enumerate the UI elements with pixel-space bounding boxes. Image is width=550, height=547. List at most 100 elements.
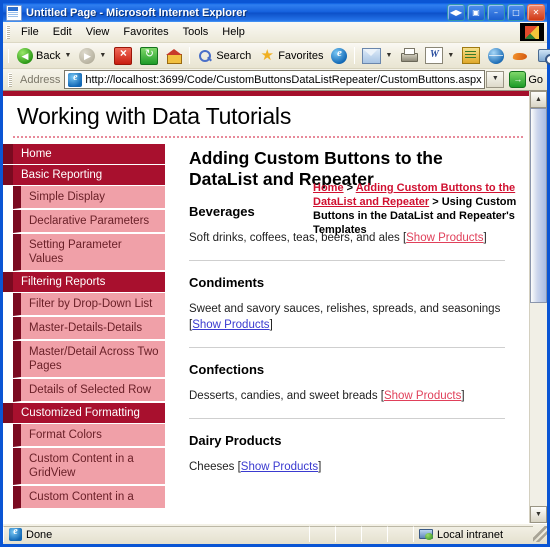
category-description: Desserts, candies, and sweet breads [Sho…	[189, 390, 465, 402]
forward-button[interactable]: ▶ ▼	[75, 47, 110, 65]
back-button[interactable]: ◀ Back ▼	[13, 47, 75, 65]
close-button[interactable]: ✕	[527, 4, 545, 21]
sidebar-item-custom-content-in-a-datalist[interactable]: Custom Content in a	[13, 486, 165, 509]
address-bar: Address http://localhost:3699/Code/Custo…	[3, 69, 547, 91]
category-separator	[189, 260, 505, 261]
category-heading: Confections	[189, 362, 265, 377]
sidebar-item-filter-by-drop-down-list[interactable]: Filter by Drop-Down List	[13, 293, 165, 316]
sidebar-item-custom-content-in-a-gridview[interactable]: Custom Content in a GridView	[13, 448, 165, 485]
home-button[interactable]	[162, 47, 186, 65]
group-button[interactable]: ▣	[467, 4, 485, 21]
category-description-text: Desserts, candies, and sweet breads	[189, 390, 378, 402]
restore-group-glyph: ◀▶	[449, 8, 463, 17]
edit-dropdown-icon[interactable]: ▼	[447, 52, 454, 59]
sidebar-item-simple-display[interactable]: Simple Display	[13, 186, 165, 209]
web-page: Working with Data Tutorials Home > Addin…	[3, 91, 529, 523]
category-description: Cheeses [Show Products]	[189, 461, 322, 473]
maximize-button[interactable]: □	[507, 4, 525, 21]
sidebar-item-master-detail-across-two-pages[interactable]: Master/Detail Across Two Pages	[13, 341, 165, 378]
back-arrow-icon: ◀	[17, 47, 33, 64]
security-zone-icon	[419, 528, 433, 541]
sidebar-item-basic-reporting[interactable]: Basic Reporting	[3, 165, 165, 185]
refresh-icon	[140, 46, 159, 65]
status-zone-pane[interactable]: Local intranet	[413, 526, 533, 542]
mail-dropdown-icon[interactable]: ▼	[385, 52, 392, 59]
breadcrumb-separator-2: >	[429, 196, 442, 208]
category-block-condiments: Condiments Sweet and savory sauces, reli…	[189, 275, 505, 333]
breadcrumb-home-link[interactable]: Home	[313, 182, 344, 194]
menu-file[interactable]: File	[14, 24, 46, 40]
sidebar-item-master-details-details[interactable]: Master-Details-Details	[13, 317, 165, 340]
address-label: Address	[20, 73, 61, 86]
category-heading: Dairy Products	[189, 433, 282, 448]
menu-help[interactable]: Help	[215, 24, 252, 40]
minimize-button[interactable]: –	[487, 4, 505, 21]
ie-document-icon	[6, 4, 22, 21]
mail-button[interactable]: ▼	[358, 47, 396, 65]
address-url-text: http://localhost:3699/Code/CustomButtons…	[85, 73, 482, 86]
address-input[interactable]: http://localhost:3699/Code/CustomButtons…	[64, 70, 486, 89]
vertical-scrollbar[interactable]: ▲ ▼	[529, 91, 547, 523]
address-dropdown-button[interactable]: ▼	[486, 71, 505, 88]
page-viewport: Working with Data Tutorials Home > Addin…	[3, 91, 547, 523]
status-pane-4	[387, 526, 413, 542]
forward-dropdown-icon[interactable]: ▼	[99, 52, 106, 59]
globe-icon	[488, 47, 505, 64]
breadcrumb: Home > Adding Custom Buttons to the Data…	[313, 181, 529, 237]
scroll-track[interactable]	[530, 108, 547, 506]
refresh-button[interactable]	[136, 46, 162, 66]
star-icon: ★	[260, 46, 274, 64]
edit-word-button[interactable]: W ▼	[421, 46, 458, 65]
menu-edit[interactable]: Edit	[46, 24, 79, 40]
scroll-down-button[interactable]: ▼	[530, 506, 547, 523]
go-label: Go	[528, 73, 543, 86]
category-description-text: Sweet and savory sauces, relishes, sprea…	[189, 303, 501, 315]
status-bar: Done Local intranet	[3, 523, 547, 544]
printer-icon	[400, 48, 419, 63]
scroll-thumb[interactable]	[530, 108, 547, 304]
sidebar-item-details-of-selected-row[interactable]: Details of Selected Row	[13, 379, 165, 402]
scroll-up-button[interactable]: ▲	[530, 91, 547, 108]
messenger-button[interactable]	[484, 47, 508, 65]
back-dropdown-icon[interactable]: ▼	[64, 52, 71, 59]
window-controls: ◀▶ ▣ – □ ✕	[447, 4, 545, 21]
stop-button[interactable]	[110, 46, 136, 66]
menu-view[interactable]: View	[79, 24, 117, 40]
show-products-link[interactable]: Show Products	[384, 390, 461, 402]
go-button[interactable]: → Go	[505, 71, 547, 88]
forward-arrow-icon: ▶	[79, 47, 96, 64]
go-arrow-icon: →	[509, 71, 527, 88]
toolbar-separator-2	[354, 47, 356, 64]
sidebar-item-filtering-reports[interactable]: Filtering Reports	[3, 272, 165, 292]
discuss-button[interactable]	[458, 46, 484, 65]
status-pane-2	[335, 526, 361, 542]
sidebar-item-format-colors[interactable]: Format Colors	[13, 424, 165, 447]
media-button[interactable]	[533, 47, 550, 65]
search-button[interactable]: Search	[193, 47, 255, 65]
address-gripper[interactable]	[8, 72, 12, 87]
menu-favorites[interactable]: Favorites	[116, 24, 175, 40]
history-icon	[331, 47, 348, 64]
toolbar-gripper[interactable]	[8, 48, 9, 63]
sidebar-item-home[interactable]: Home	[3, 144, 165, 164]
resize-grip[interactable]	[533, 526, 547, 542]
msn-butterfly-icon	[512, 49, 529, 63]
favorites-button[interactable]: ★ Favorites	[255, 47, 327, 65]
show-products-link[interactable]: Show Products	[241, 461, 318, 473]
minimize-glyph: –	[494, 8, 498, 17]
print-button[interactable]	[396, 47, 421, 64]
back-label: Back	[36, 49, 61, 62]
msn-button[interactable]	[508, 48, 533, 64]
history-button[interactable]	[327, 47, 351, 65]
category-block-confections: Confections Desserts, candies, and sweet…	[189, 362, 505, 404]
browser-window: Untitled Page - Microsoft Internet Explo…	[0, 0, 550, 547]
sidebar-item-declarative-parameters[interactable]: Declarative Parameters	[13, 210, 165, 233]
menu-gripper[interactable]	[6, 25, 10, 39]
menu-tools[interactable]: Tools	[176, 24, 216, 40]
show-products-link[interactable]: Show Products	[192, 319, 269, 331]
ie-brand-logo	[520, 23, 544, 41]
sidebar-item-setting-parameter-values[interactable]: Setting Parameter Values	[13, 234, 165, 271]
restore-group-button[interactable]: ◀▶	[447, 4, 465, 21]
sidebar-item-customized-formatting[interactable]: Customized Formatting	[3, 403, 165, 423]
notes-icon	[462, 47, 481, 64]
